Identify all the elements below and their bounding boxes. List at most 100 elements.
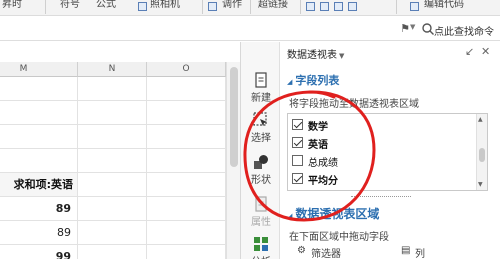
field-label: 总成绩 xyxy=(308,158,338,169)
code-icon[interactable] xyxy=(410,2,419,11)
taskstrip-analyze[interactable]: 分析 xyxy=(241,236,281,259)
ribbon-separator xyxy=(45,0,46,14)
grid-cell[interactable] xyxy=(78,173,147,197)
analyze-icon xyxy=(254,237,268,251)
field-list-header[interactable]: ◢ 字段列表 xyxy=(287,72,339,88)
command-bar: ⚑ ▼ 点此查找命令 xyxy=(0,17,500,41)
chevron-down-icon[interactable]: ▼ xyxy=(410,23,415,31)
camera-icon[interactable] xyxy=(138,2,147,11)
grid-cell[interactable] xyxy=(147,149,226,173)
chevron-down-icon[interactable]: ▼ xyxy=(339,52,344,60)
field-checkbox[interactable] xyxy=(292,155,303,166)
grid-cell[interactable] xyxy=(147,77,226,101)
field-label: 英语 xyxy=(308,140,328,151)
vertical-scrollbar[interactable] xyxy=(226,62,240,259)
close-icon[interactable]: ✕ xyxy=(481,45,490,58)
panel-title-text: 数据透视表 xyxy=(287,50,337,61)
column-header-o[interactable]: O xyxy=(147,62,226,77)
taskstrip-label: 属性 xyxy=(251,217,271,228)
ribbon-separator xyxy=(202,0,203,14)
field-list-header-text: 字段列表 xyxy=(295,74,340,87)
list-control-icon[interactable] xyxy=(334,2,343,11)
grid-cell[interactable] xyxy=(78,245,147,259)
scrollbar-thumb[interactable] xyxy=(479,148,485,162)
columns-area-label[interactable]: 列 xyxy=(415,245,425,259)
pivot-areas-header[interactable]: ◢ 数据透视表区域 xyxy=(287,205,379,222)
collapse-triangle-icon: ◢ xyxy=(287,78,293,86)
pivot-value-cell[interactable]: 89 xyxy=(0,197,78,221)
grid-cell[interactable] xyxy=(78,149,147,173)
column-header-m[interactable]: M xyxy=(0,62,78,77)
grid-cell[interactable] xyxy=(147,221,226,245)
pivot-value-cell[interactable]: 89 xyxy=(0,221,78,245)
taskstrip-label: 形状 xyxy=(251,175,271,186)
taskstrip-properties[interactable]: 属性 xyxy=(241,196,281,228)
pivot-area-row: ⚙ 筛选器 ▤ 列 xyxy=(289,245,494,259)
ribbon-item[interactable]: 照相机 xyxy=(150,0,180,10)
grid-cell[interactable] xyxy=(147,101,226,125)
new-icon xyxy=(255,72,267,88)
select-icon xyxy=(253,112,267,126)
grid-cell[interactable] xyxy=(78,101,147,125)
spin-control-icon[interactable] xyxy=(348,2,357,11)
ribbon-item[interactable]: 超链接 xyxy=(258,0,288,10)
grid-cell[interactable] xyxy=(0,149,78,173)
grid-cell[interactable] xyxy=(147,173,226,197)
grid-cell[interactable] xyxy=(147,125,226,149)
pivot-value-cell[interactable]: 99 xyxy=(0,245,78,259)
collapse-triangle-icon: ◢ xyxy=(287,212,293,220)
checkbox-control-icon[interactable] xyxy=(320,2,329,11)
properties-icon xyxy=(255,196,267,212)
field-list-scrollbar[interactable]: ▲ ▼ xyxy=(476,114,487,190)
taskstrip-label: 选择 xyxy=(251,133,271,144)
grid-cell[interactable] xyxy=(147,245,226,259)
field-label: 平均分 xyxy=(308,176,338,187)
grid-cell[interactable] xyxy=(0,101,78,125)
scrollbar-thumb[interactable] xyxy=(230,67,238,167)
taskstrip-label: 分析 xyxy=(241,253,281,259)
spreadsheet-grid: M N O 求和项:英语 89 89 99 xyxy=(0,62,226,259)
ribbon-item[interactable]: 昇时 xyxy=(2,0,22,10)
grid-cell[interactable] xyxy=(0,77,78,101)
splitter-grip[interactable] xyxy=(351,196,411,198)
grid-cell[interactable] xyxy=(78,125,147,149)
grid-cell[interactable] xyxy=(147,197,226,221)
pivot-value-header-cell[interactable]: 求和项:英语 xyxy=(0,173,78,197)
scroll-up-icon[interactable]: ▲ xyxy=(478,116,483,123)
scroll-down-icon[interactable]: ▼ xyxy=(478,181,483,188)
shape-icon xyxy=(254,155,268,169)
command-search-input[interactable]: 点此查找命令 xyxy=(434,23,494,38)
adjust-icon[interactable] xyxy=(208,2,217,11)
ribbon-item[interactable]: 编辑代码 xyxy=(424,0,464,10)
grid-cell[interactable] xyxy=(78,197,147,221)
grid-cell[interactable] xyxy=(78,77,147,101)
ribbon-item[interactable]: 符号 xyxy=(60,0,80,10)
taskstrip-new[interactable]: 新建 xyxy=(241,72,281,104)
grid-cell[interactable] xyxy=(78,221,147,245)
areas-hint: 在下面区域中拖动字段 xyxy=(289,232,389,243)
panel-title[interactable]: 数据透视表 ▼ xyxy=(287,46,344,61)
field-checkbox[interactable] xyxy=(292,119,303,130)
column-header-n[interactable]: N xyxy=(78,62,147,77)
collapse-icon[interactable]: ↙ xyxy=(465,45,474,58)
task-pane-strip: 新建 选择 形状 属性 分析 xyxy=(240,42,280,259)
ribbon-item[interactable]: 公式 xyxy=(96,0,116,10)
taskstrip-label: 新建 xyxy=(251,93,271,104)
ribbon-item[interactable]: 调作 xyxy=(222,0,242,10)
ribbon-separator xyxy=(396,0,397,14)
drag-hint: 将字段拖动至数据透视表区域 xyxy=(289,99,419,110)
taskstrip-shape[interactable]: 形状 xyxy=(241,154,281,186)
pivot-areas-header-text: 数据透视表区域 xyxy=(295,207,380,221)
search-icon[interactable] xyxy=(421,22,435,36)
field-label: 数学 xyxy=(308,122,328,133)
grid-cell[interactable] xyxy=(0,125,78,149)
filter-area-label[interactable]: 筛选器 xyxy=(311,245,341,259)
ribbon-separator xyxy=(300,0,301,14)
field-checkbox[interactable] xyxy=(292,137,303,148)
filter-area-icon: ⚙ xyxy=(297,245,306,256)
field-list: 数学 英语 总成绩 平均分 ▲ ▼ xyxy=(287,113,488,191)
taskstrip-select[interactable]: 选择 xyxy=(241,112,281,144)
columns-area-icon: ▤ xyxy=(401,245,411,256)
field-checkbox[interactable] xyxy=(292,173,303,184)
form-control-icon[interactable] xyxy=(306,2,315,11)
